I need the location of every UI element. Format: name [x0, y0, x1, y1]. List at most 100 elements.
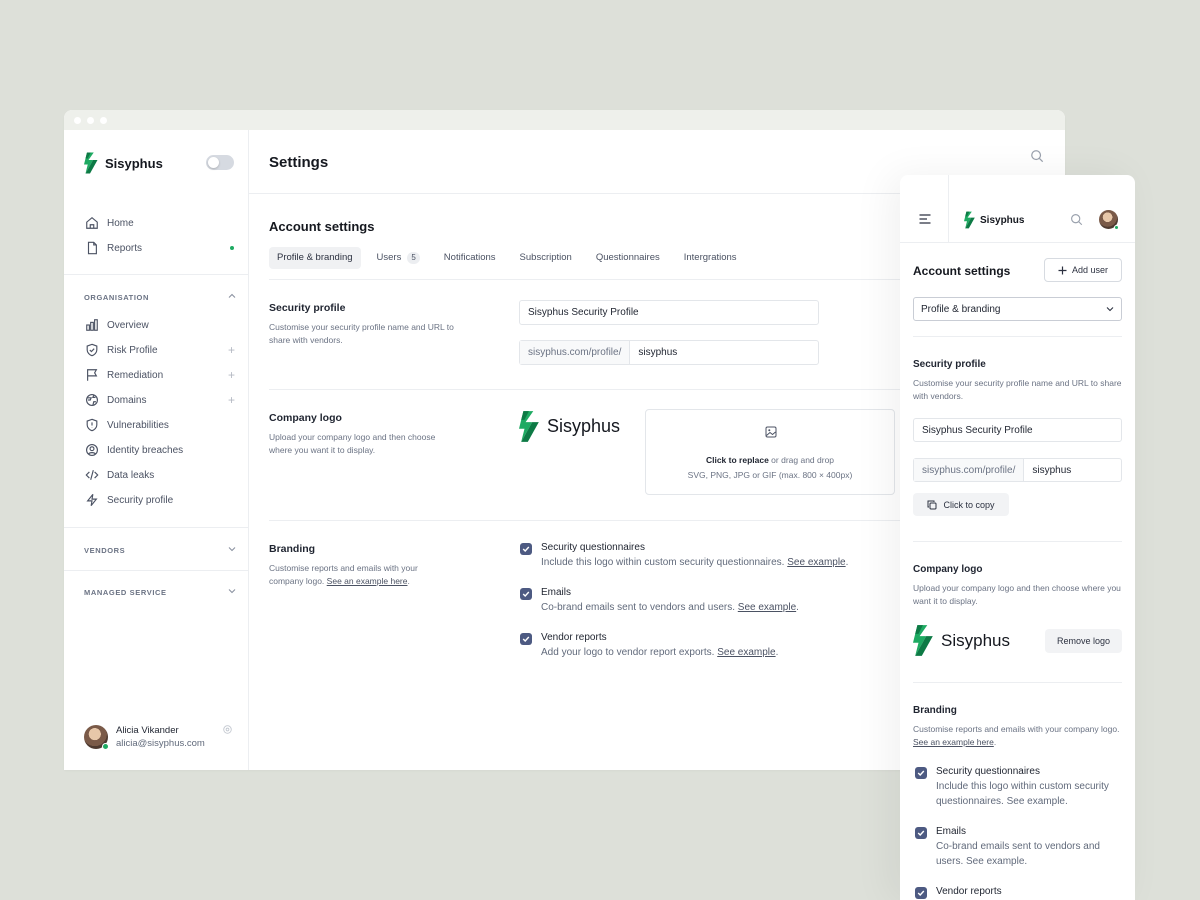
branding-option-vendor-reports[interactable]: Vendor reports Add your logo to vendor r… — [520, 632, 778, 658]
window-dot — [87, 116, 94, 124]
branding-option-emails[interactable]: Emails Co-brand emails sent to vendors a… — [915, 826, 1116, 869]
file-icon — [84, 241, 99, 256]
sidebar-item-overview[interactable]: Overview — [84, 317, 149, 333]
divider — [913, 541, 1122, 542]
check-icon — [917, 830, 925, 837]
shield-alert-icon — [84, 418, 99, 433]
sidebar-item-label: Remediation — [107, 369, 164, 381]
see-example-link[interactable]: See example — [966, 856, 1024, 867]
search-icon[interactable] — [1070, 213, 1083, 226]
window-titlebar — [64, 110, 1065, 130]
avatar[interactable] — [1099, 210, 1119, 230]
shield-icon — [84, 343, 99, 358]
sidebar-item-home[interactable]: Home — [84, 215, 134, 231]
check-icon — [917, 770, 925, 777]
tab-questionnaires[interactable]: Questionnaires — [588, 247, 668, 269]
mobile-view: Sisyphus Account settings Add user Profi… — [900, 175, 1135, 900]
plus-icon[interactable]: + — [228, 394, 235, 406]
click-to-replace-link[interactable]: Click to replace — [706, 455, 769, 465]
section-managed-service[interactable]: MANAGED SERVICE — [84, 588, 167, 597]
company-logo-description: Upload your company logo and then choose… — [269, 432, 436, 455]
checkbox[interactable] — [520, 633, 532, 645]
check-icon — [522, 591, 530, 598]
chevron-up-icon[interactable] — [228, 292, 236, 300]
tab-users[interactable]: Users 5 — [369, 247, 428, 269]
option-description: Co-brand emails sent to vendors and user… — [541, 602, 799, 613]
branding-option-emails[interactable]: Emails Co-brand emails sent to vendors a… — [520, 587, 799, 613]
bar-chart-icon — [84, 318, 99, 333]
user-profile[interactable]: Alicia Vikander alicia@sisyphus.com — [84, 725, 205, 750]
profile-name-input[interactable]: Sisyphus Security Profile — [519, 300, 819, 325]
branding-option-vendor-reports[interactable]: Vendor reports — [915, 886, 1002, 899]
branding-option-questionnaires[interactable]: Security questionnaires Include this log… — [915, 766, 1116, 809]
branding-option-questionnaires[interactable]: Security questionnaires Include this log… — [520, 542, 848, 568]
user-email: alicia@sisyphus.com — [116, 738, 205, 749]
option-desc-text: Add your logo to vendor report exports. — [541, 647, 715, 658]
plus-icon[interactable]: + — [228, 369, 235, 381]
sidebar-item-security-profile[interactable]: Security profile — [84, 492, 173, 508]
url-prefix: sisyphus.com/profile/ — [914, 459, 1025, 481]
account-settings-heading: Account settings — [913, 264, 1011, 278]
tab-integrations[interactable]: Intergrations — [676, 247, 745, 269]
profile-url-input[interactable]: sisyphus.com/profile/ sisyphus — [913, 458, 1122, 482]
see-example-link[interactable]: See example — [787, 557, 845, 568]
see-example-link[interactable]: See example — [738, 602, 796, 613]
checkbox[interactable] — [520, 543, 532, 555]
profile-name-input[interactable]: Sisyphus Security Profile — [913, 418, 1122, 442]
checkbox[interactable] — [520, 588, 532, 600]
see-example-link[interactable]: See an example here — [913, 737, 994, 747]
menu-icon[interactable] — [919, 214, 931, 224]
avatar — [84, 725, 109, 750]
sidebar-item-identity-breaches[interactable]: Identity breaches — [84, 442, 183, 458]
sidebar-item-domains[interactable]: Domains — [84, 392, 146, 408]
sidebar-item-label: Home — [107, 217, 134, 229]
tab-subscription[interactable]: Subscription — [512, 247, 580, 269]
checkbox[interactable] — [915, 827, 927, 839]
chevron-down-icon[interactable] — [228, 587, 236, 595]
company-logo-preview: Sisyphus — [913, 624, 1010, 657]
settings-section-select[interactable]: Profile & branding — [913, 297, 1122, 321]
sidebar-item-risk-profile[interactable]: Risk Profile — [84, 342, 158, 358]
security-profile-description: Customise your security profile name and… — [269, 322, 454, 345]
security-profile-heading: Security profile — [913, 359, 986, 370]
see-example-link[interactable]: See example — [1007, 796, 1065, 807]
logo-text: Sisyphus — [941, 630, 1010, 650]
sidebar-item-remediation[interactable]: Remediation — [84, 367, 163, 383]
online-status-dot — [102, 743, 109, 750]
sidebar-item-data-leaks[interactable]: Data leaks — [84, 467, 154, 483]
checkbox[interactable] — [915, 887, 927, 899]
security-profile-heading: Security profile — [269, 302, 346, 314]
add-user-button[interactable]: Add user — [1044, 258, 1122, 282]
logo-upload-dropzone[interactable]: Click to replace or drag and drop SVG, P… — [645, 409, 895, 495]
brand[interactable]: Sisyphus — [964, 211, 1024, 229]
url-value: sisyphus — [1032, 464, 1072, 476]
see-example-link[interactable]: See example — [717, 647, 775, 658]
option-description: Include this logo within custom security… — [936, 781, 1109, 807]
chevron-down-icon[interactable] — [228, 545, 236, 553]
sidebar-divider — [64, 570, 249, 571]
sidebar-item-vulnerabilities[interactable]: Vulnerabilities — [84, 417, 169, 433]
copy-url-button[interactable]: Click to copy — [913, 493, 1009, 516]
checkbox[interactable] — [915, 767, 927, 779]
sidebar-item-label: Vulnerabilities — [107, 419, 169, 431]
online-status-dot — [1114, 225, 1119, 230]
sidebar-item-reports[interactable]: Reports — [84, 240, 142, 256]
tab-profile-branding[interactable]: Profile & branding — [269, 247, 361, 269]
section-vendors[interactable]: VENDORS — [84, 546, 125, 555]
header-divider — [948, 175, 949, 243]
remove-logo-button[interactable]: Remove logo — [1045, 629, 1122, 653]
search-icon[interactable] — [1030, 149, 1044, 163]
see-example-link[interactable]: See an example here — [327, 576, 408, 586]
gear-icon[interactable] — [222, 724, 233, 735]
section-organisation[interactable]: ORGANISATION — [84, 293, 149, 302]
url-prefix: sisyphus.com/profile/ — [520, 341, 631, 364]
tab-notifications[interactable]: Notifications — [436, 247, 504, 269]
plus-icon[interactable]: + — [228, 344, 235, 356]
user-name: Alicia Vikander — [116, 725, 179, 736]
theme-toggle[interactable] — [206, 155, 234, 170]
settings-tabs: Profile & branding Users 5 Notifications … — [269, 247, 753, 269]
profile-url-input[interactable]: sisyphus.com/profile/ sisyphus — [519, 340, 819, 365]
sidebar-item-label: Overview — [107, 319, 149, 331]
upload-rest: or drag and drop — [768, 455, 835, 465]
brand[interactable]: Sisyphus — [84, 152, 163, 174]
